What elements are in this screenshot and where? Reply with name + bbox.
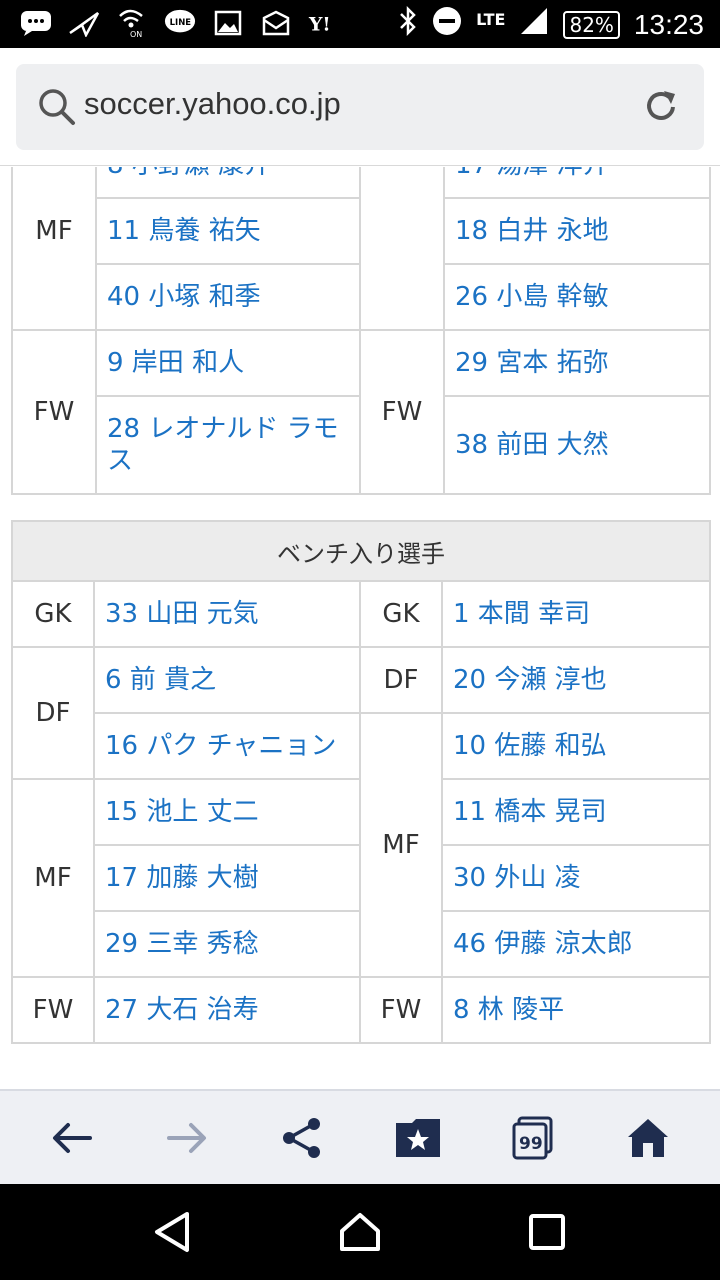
player-link[interactable]: 1 本間 幸司 [441, 580, 711, 648]
page-content: MF 8 小野瀬 康介 17 湯澤 洋介 11 鳥養 祐矢 18 白井 永地 4… [0, 167, 720, 1089]
position-label: FW [359, 976, 443, 1044]
notification-icons: ON LINE Y! [20, 8, 340, 38]
message-icon [20, 8, 52, 38]
player-link[interactable]: 17 加藤 大樹 [93, 844, 361, 912]
nav-recents-icon[interactable] [517, 1202, 577, 1262]
share-icon[interactable] [272, 1108, 332, 1168]
player-link[interactable]: 16 パク チャニョン [93, 712, 361, 780]
position-label [359, 167, 445, 331]
browser-header: soccer.yahoo.co.jp [0, 48, 720, 166]
dnd-icon [432, 6, 462, 43]
table-row: MF 8 小野瀬 康介 17 湯澤 洋介 [11, 167, 711, 331]
clock: 13:23 [633, 8, 704, 40]
position-label: DF [11, 646, 95, 780]
player-link[interactable]: 40 小塚 和季 [95, 263, 361, 331]
position-label: DF [359, 646, 443, 714]
table-row: 16 パク チャニョン MF 10 佐藤 和弘 [12, 712, 711, 978]
table-row: DF 6 前 貴之 DF 20 今瀬 淳也 [11, 646, 711, 780]
system-icons: LTE 82% 13:23 [398, 5, 704, 43]
network-type: LTE [476, 10, 506, 29]
player-link[interactable]: 29 宮本 拓弥 [443, 329, 711, 397]
address-bar[interactable]: soccer.yahoo.co.jp [16, 64, 704, 150]
nav-back-icon[interactable] [143, 1202, 203, 1262]
player-link[interactable]: 20 今瀬 淳也 [441, 646, 711, 714]
line-icon: LINE [164, 8, 196, 38]
player-link[interactable]: 9 岸田 和人 [95, 329, 361, 397]
position-label: FW [359, 329, 445, 495]
player-link[interactable]: 18 白井 永地 [443, 197, 711, 265]
table-header-row: ベンチ入り選手 [11, 520, 711, 582]
tabs-count: 99 [519, 1134, 543, 1154]
player-link[interactable]: 46 伊藤 涼太郎 [441, 910, 711, 978]
reload-icon[interactable] [642, 86, 680, 130]
forward-icon[interactable] [157, 1108, 217, 1168]
table-row: FW 9 岸田 和人 FW 29 宮本 拓弥 [11, 329, 711, 495]
bookmark-folder-icon[interactable] [388, 1108, 448, 1168]
system-navigation-bar [0, 1184, 720, 1280]
nav-home-icon[interactable] [330, 1202, 390, 1262]
wifi-calling-icon: ON [116, 8, 148, 38]
player-link[interactable]: 8 小野瀬 康介 [95, 167, 361, 199]
home-icon[interactable] [618, 1108, 678, 1168]
player-link[interactable]: 6 前 貴之 [93, 646, 361, 714]
bench-table: ベンチ入り選手 GK 33 山田 元気 GK 1 本間 幸司 DF 6 前 貴之… [11, 520, 711, 1044]
status-bar: ON LINE Y! LTE 82% 13:23 [0, 0, 720, 48]
player-link[interactable]: 27 大石 治寿 [93, 976, 361, 1044]
battery-indicator: 82% [563, 10, 620, 39]
player-link[interactable]: 29 三幸 秀稔 [93, 910, 361, 978]
player-link[interactable]: 38 前田 大然 [443, 395, 711, 495]
position-label: MF [359, 712, 443, 978]
player-link[interactable]: 26 小島 幹敏 [443, 263, 711, 331]
player-link[interactable]: 10 佐藤 和弘 [441, 712, 711, 780]
table-row: GK 33 山田 元気 GK 1 本間 幸司 [11, 580, 711, 648]
send-icon [68, 8, 100, 38]
player-link[interactable]: 17 湯澤 洋介 [443, 167, 711, 199]
position-label: GK [359, 580, 443, 648]
player-link[interactable]: 28 レオナルド ラモス [95, 395, 361, 495]
position-label: FW [11, 329, 97, 495]
tabs-icon[interactable]: 99 [503, 1108, 563, 1168]
player-link[interactable]: 33 山田 元気 [93, 580, 361, 648]
bluetooth-icon [398, 5, 418, 43]
player-link[interactable]: 11 鳥養 祐矢 [95, 197, 361, 265]
player-link[interactable]: 11 橋本 晃司 [441, 778, 711, 846]
player-link[interactable]: 30 外山 凌 [441, 844, 711, 912]
starting-lineup-table: MF 8 小野瀬 康介 17 湯澤 洋介 11 鳥養 祐矢 18 白井 永地 4… [11, 167, 711, 495]
signal-icon [519, 6, 549, 43]
position-label: GK [11, 580, 95, 648]
player-link[interactable]: 15 池上 丈二 [93, 778, 361, 846]
position-label: MF [11, 778, 95, 978]
svg-text:Y!: Y! [308, 14, 331, 36]
back-icon[interactable] [42, 1108, 102, 1168]
yahoo-icon: Y! [308, 8, 340, 38]
svg-text:ON: ON [130, 30, 142, 38]
mail-icon [260, 8, 292, 38]
position-label: FW [11, 976, 95, 1044]
url-text[interactable]: soccer.yahoo.co.jp [84, 86, 341, 122]
player-link[interactable]: 8 林 陵平 [441, 976, 711, 1044]
image-icon [212, 8, 244, 38]
svg-text:LINE: LINE [170, 17, 192, 27]
search-icon [38, 88, 76, 130]
position-label: MF [11, 167, 97, 331]
browser-toolbar: 99 [0, 1089, 720, 1184]
table-row: FW 27 大石 治寿 FW 8 林 陵平 [11, 976, 711, 1044]
bench-title: ベンチ入り選手 [11, 520, 711, 582]
